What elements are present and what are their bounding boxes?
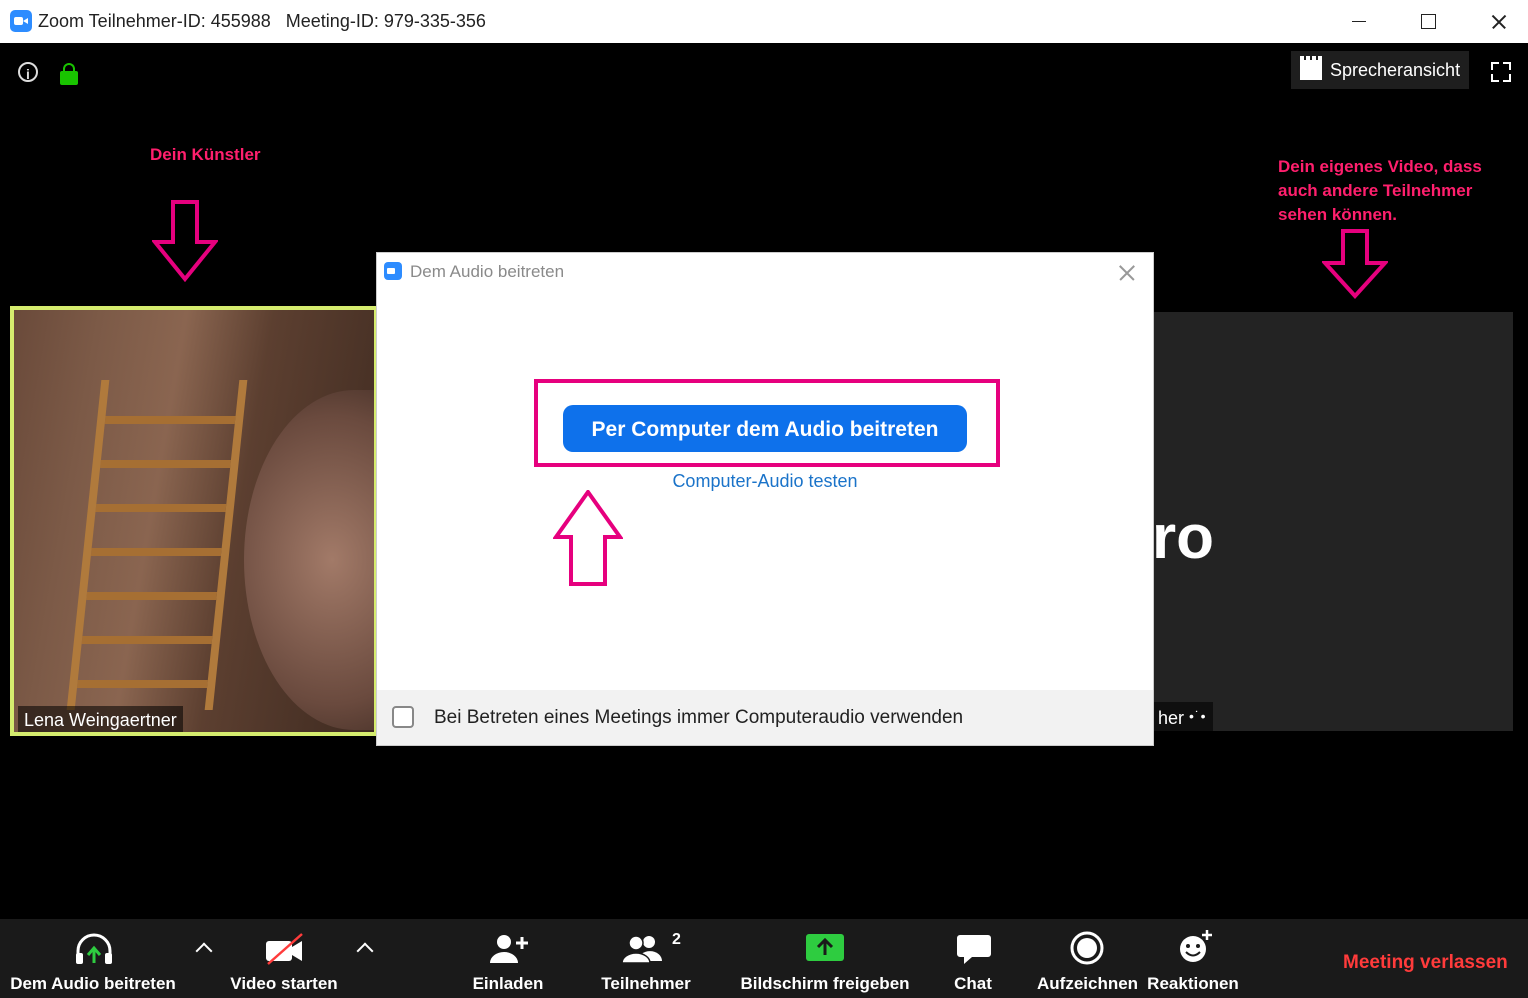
encryption-lock-icon[interactable] bbox=[60, 63, 78, 85]
start-video-label: Video starten bbox=[230, 974, 338, 993]
record-label: Aufzeichnen bbox=[1037, 974, 1139, 993]
join-computer-audio-button[interactable]: Per Computer dem Audio beitreten bbox=[563, 405, 967, 452]
headphones-icon bbox=[76, 933, 112, 964]
invite-button[interactable]: Einladen bbox=[458, 919, 558, 998]
video-off-icon bbox=[266, 933, 303, 965]
annotation-artist: Dein Künstler bbox=[150, 145, 261, 164]
speaker-view-label: Sprecheransicht bbox=[1330, 60, 1461, 80]
participant-video bbox=[244, 390, 374, 730]
chat-icon bbox=[957, 935, 991, 964]
annotation-arrow-down-icon bbox=[1322, 229, 1388, 299]
record-icon bbox=[1070, 931, 1104, 965]
reactions-button[interactable]: Reaktionen bbox=[1145, 919, 1241, 998]
record-button[interactable]: Aufzeichnen bbox=[1037, 919, 1139, 998]
maximize-button[interactable] bbox=[1393, 0, 1463, 43]
chat-button[interactable]: Chat bbox=[933, 919, 1013, 998]
fullscreen-icon[interactable] bbox=[1491, 62, 1511, 82]
reactions-smiley-icon bbox=[1180, 930, 1212, 962]
video-options-chevron-up-icon[interactable] bbox=[356, 942, 374, 960]
start-video-button[interactable]: Video starten bbox=[224, 919, 344, 998]
annotation-arrow-down-icon bbox=[152, 200, 218, 282]
zoom-dialog-icon bbox=[384, 262, 402, 280]
participants-icon bbox=[622, 935, 662, 964]
speaker-view-icon bbox=[1300, 56, 1322, 80]
share-screen-icon bbox=[806, 934, 844, 961]
reactions-label: Reaktionen bbox=[1147, 974, 1239, 993]
more-options-icon[interactable]: •˙• bbox=[1189, 708, 1206, 724]
dialog-footer: Bei Betreten eines Meetings immer Comput… bbox=[377, 690, 1153, 745]
title-bar: Zoom Teilnehmer-ID: 455988 Meeting-ID: 9… bbox=[0, 0, 1528, 43]
video-tile-self[interactable]: ro her •˙• bbox=[1152, 312, 1513, 731]
participants-label: Teilnehmer bbox=[601, 974, 691, 993]
speaker-view-button[interactable]: Sprecheransicht bbox=[1291, 51, 1469, 89]
chat-label: Chat bbox=[954, 974, 992, 993]
dialog-close-icon[interactable] bbox=[1117, 263, 1137, 283]
participants-count-badge: 2 bbox=[672, 931, 681, 948]
self-name-label: her •˙• bbox=[1152, 702, 1213, 731]
participants-button[interactable]: 2 Teilnehmer bbox=[596, 919, 696, 998]
audio-options-chevron-up-icon[interactable] bbox=[195, 942, 213, 960]
participant-name-label: Lena Weingaertner bbox=[18, 706, 183, 732]
always-computer-audio-checkbox[interactable] bbox=[392, 706, 414, 728]
minimize-button[interactable] bbox=[1323, 0, 1393, 43]
always-computer-audio-label: Bei Betreten eines Meetings immer Comput… bbox=[434, 707, 964, 728]
dialog-title: Dem Audio beitreten bbox=[410, 262, 565, 281]
video-background bbox=[66, 380, 248, 710]
close-window-button[interactable] bbox=[1463, 0, 1528, 43]
join-audio-button[interactable]: Dem Audio beitreten bbox=[0, 919, 186, 998]
self-video-name-text: ro bbox=[1152, 503, 1214, 572]
share-screen-label: Bildschirm freigeben bbox=[740, 974, 910, 993]
join-audio-dialog: Dem Audio beitreten Per Computer dem Aud… bbox=[377, 253, 1153, 745]
window-title: Zoom Teilnehmer-ID: 455988 Meeting-ID: 9… bbox=[38, 11, 486, 31]
annotation-arrow-up-icon bbox=[553, 490, 623, 586]
share-screen-button[interactable]: Bildschirm freigeben bbox=[735, 919, 915, 998]
meeting-info-icon[interactable]: i bbox=[18, 62, 38, 82]
annotation-own-video: Dein eigenes Video, dass auch andere Tei… bbox=[1278, 157, 1482, 224]
test-computer-audio-link: Computer-Audio testen bbox=[672, 471, 858, 491]
add-user-icon bbox=[490, 935, 528, 963]
meeting-toolbar: Dem Audio beitreten Video starten Einlad… bbox=[0, 919, 1528, 998]
zoom-app-icon bbox=[10, 10, 32, 32]
leave-meeting-button[interactable]: Meeting verlassen bbox=[1343, 952, 1508, 974]
join-audio-label: Dem Audio beitreten bbox=[10, 974, 176, 993]
invite-label: Einladen bbox=[472, 974, 544, 993]
video-tile-artist[interactable]: Lena Weingaertner bbox=[10, 306, 378, 736]
